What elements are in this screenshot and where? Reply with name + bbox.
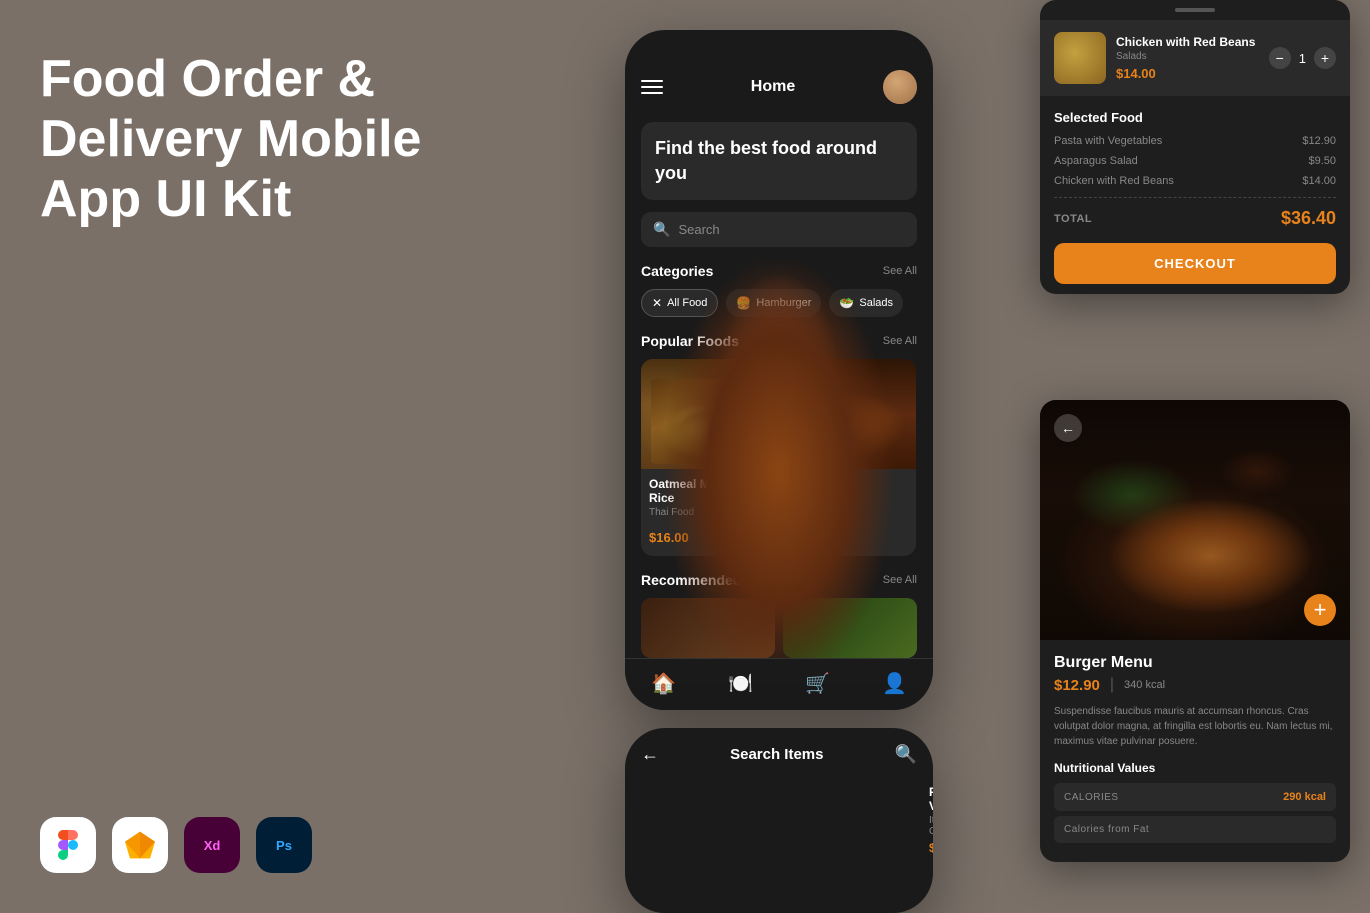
bottom-nav: 🏠 🍽️ 🛒 👤 [625, 658, 933, 710]
foods-row: Oatmeal Mushroom Rice Thai Food $16.00 +… [641, 359, 917, 556]
cart-food-name: Chicken with Red Beans [1116, 35, 1259, 49]
nutrition-fat-row: Calories from Fat [1054, 816, 1336, 843]
hot-pump-visual [783, 359, 915, 556]
burger-calories: 340 kcal [1124, 679, 1165, 691]
result-item-cuisine: Italian Cuisine [929, 815, 933, 837]
phone-search-mockup: ← Search Items 🔍 Pasta with Vegetables I… [625, 728, 933, 913]
cart-item-3-price: $14.00 [1302, 175, 1336, 187]
cart-top-item: Chicken with Red Beans Salads $14.00 − 1… [1040, 20, 1350, 96]
burger-price: $12.90 [1054, 677, 1100, 694]
cart-panel: Chicken with Red Beans Salads $14.00 − 1… [1040, 0, 1350, 294]
cart-total-label: TOTAL [1054, 213, 1092, 225]
result-item-info: Pasta with Vegetables Italian Cuisine $1… [929, 785, 933, 855]
phone-home-mockup: Home Find the best food around you 🔍 Sea… [625, 30, 933, 710]
cart-food-info: Chicken with Red Beans Salads $14.00 [1116, 35, 1259, 81]
burger-detail-panel: ← + Burger Menu $12.90 | 340 kcal Suspen… [1040, 400, 1350, 862]
phone-notch [729, 30, 829, 52]
ps-label: Ps [276, 838, 292, 853]
xd-icon: Xd [184, 817, 240, 873]
cart-qty-minus-btn[interactable]: − [1269, 47, 1291, 69]
burger-details: Burger Menu $12.90 | 340 kcal Suspendiss… [1040, 640, 1350, 862]
burger-name: Burger Menu [1054, 654, 1336, 672]
scroll-indicator [1175, 8, 1215, 12]
food-card-2-img [783, 359, 915, 469]
figma-icon [40, 817, 96, 873]
search-phone-content: ← Search Items 🔍 Pasta with Vegetables I… [625, 728, 933, 879]
sketch-icon [112, 817, 168, 873]
nav-menu[interactable]: 🍽️ [728, 671, 753, 696]
cart-qty-controls: − 1 + [1269, 47, 1336, 69]
search-screen-header: ← Search Items 🔍 [641, 744, 917, 765]
nutrition-fat-label: Calories from Fat [1064, 824, 1149, 835]
cart-item-2-price: $9.50 [1308, 155, 1336, 167]
cart-total-row: TOTAL $36.40 [1054, 208, 1336, 229]
tool-icons: Xd Ps [40, 817, 312, 873]
food-card-2[interactable]: Hot Pump India Food $12.50 [783, 359, 915, 556]
selected-food-section: Selected Food Pasta with Vegetables $12.… [1040, 96, 1350, 294]
xd-label: Xd [204, 838, 221, 853]
burger-hero-image: ← + [1040, 400, 1350, 640]
cart-qty-value: 1 [1299, 51, 1306, 66]
nutrition-calories-value: 290 kcal [1283, 791, 1326, 803]
cart-item-1-name: Pasta with Vegetables [1054, 135, 1162, 147]
selected-food-title: Selected Food [1054, 110, 1336, 125]
ps-icon: Ps [256, 817, 312, 873]
nutrition-calories-label: CALORIES [1064, 792, 1119, 803]
cart-item-1-price: $12.90 [1302, 135, 1336, 147]
nav-cart[interactable]: 🛒 [805, 671, 830, 696]
search-screen-title: Search Items [730, 746, 823, 763]
hero-title: Food Order & Delivery Mobile App UI Kit [40, 50, 460, 229]
result-item-price: $12.90 [929, 841, 933, 855]
left-section: Food Order & Delivery Mobile App UI Kit [40, 50, 460, 249]
burger-back-button[interactable]: ← [1054, 414, 1082, 442]
search-screen-search-icon[interactable]: 🔍 [895, 744, 917, 765]
burger-price-row: $12.90 | 340 kcal [1054, 676, 1336, 694]
burger-hero-overlay [1040, 400, 1350, 640]
nutrition-calories-row: CALORIES 290 kcal [1054, 783, 1336, 811]
cart-total-price: $36.40 [1281, 208, 1336, 229]
cart-item-2: Asparagus Salad $9.50 [1054, 155, 1336, 167]
cart-food-price: $14.00 [1116, 66, 1259, 81]
cart-qty-plus-btn[interactable]: + [1314, 47, 1336, 69]
nav-profile[interactable]: 👤 [882, 671, 907, 696]
cart-food-img [1054, 32, 1106, 84]
checkout-button[interactable]: CHECKOUT [1054, 243, 1336, 284]
nutrition-title: Nutritional Values [1054, 761, 1336, 775]
back-arrow-icon[interactable]: ← [641, 744, 659, 765]
cart-item-1: Pasta with Vegetables $12.90 [1054, 135, 1336, 147]
cart-item-2-name: Asparagus Salad [1054, 155, 1138, 167]
phone-content: Home Find the best food around you 🔍 Sea… [625, 30, 933, 710]
nav-home[interactable]: 🏠 [651, 671, 676, 696]
search-result-item: Pasta with Vegetables Italian Cuisine $1… [641, 777, 917, 863]
burger-add-button[interactable]: + [1304, 594, 1336, 626]
cart-item-3-name: Chicken with Red Beans [1054, 175, 1174, 187]
cart-food-category: Salads [1116, 51, 1259, 62]
cart-item-3: Chicken with Red Beans $14.00 [1054, 175, 1336, 187]
burger-description: Suspendisse faucibus mauris at accumsan … [1054, 704, 1336, 749]
cart-divider [1054, 197, 1336, 198]
result-item-name: Pasta with Vegetables [929, 785, 933, 813]
